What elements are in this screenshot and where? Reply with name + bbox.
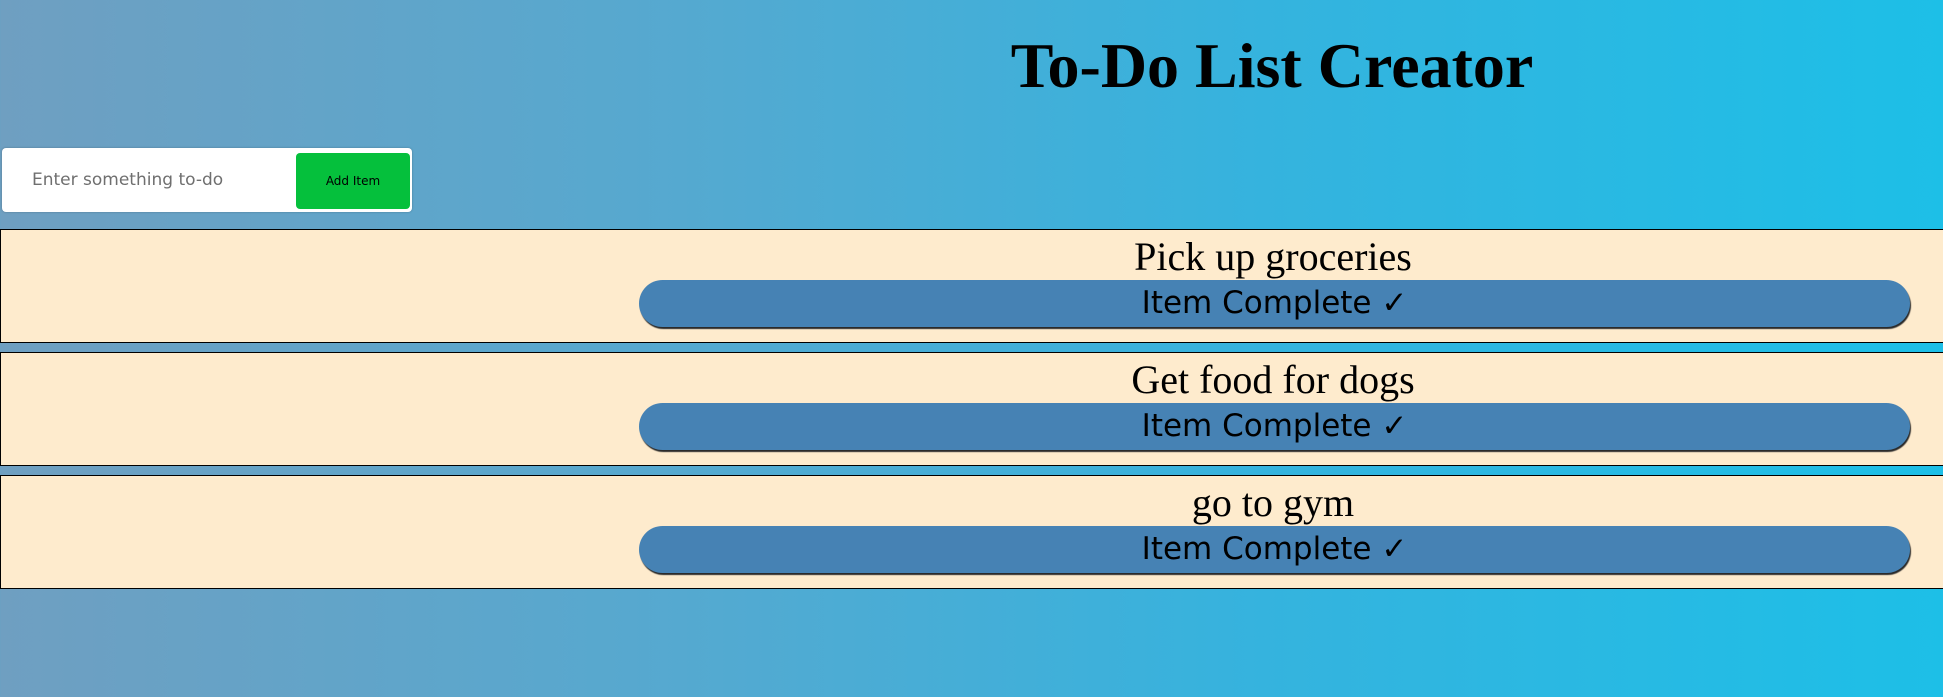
todo-item-text: Pick up groceries [1134,234,1412,279]
item-complete-button[interactable]: Item Complete ✓ [639,280,1910,327]
item-complete-button[interactable]: Item Complete ✓ [639,526,1910,573]
todo-item-text: go to gym [1191,480,1355,525]
todo-list: Pick up groceries Item Complete ✓ Get fo… [0,229,1943,598]
new-item-form: Add Item [2,148,412,212]
page-title: To-Do List Creator [1010,30,1534,101]
add-item-button[interactable]: Add Item [296,153,410,209]
todo-item: go to gym Item Complete ✓ [0,475,1943,589]
item-complete-button[interactable]: Item Complete ✓ [639,403,1910,450]
todo-item: Pick up groceries Item Complete ✓ [0,229,1943,343]
todo-item: Get food for dogs Item Complete ✓ [0,352,1943,466]
todo-input[interactable] [12,156,282,204]
todo-item-text: Get food for dogs [1131,357,1415,402]
